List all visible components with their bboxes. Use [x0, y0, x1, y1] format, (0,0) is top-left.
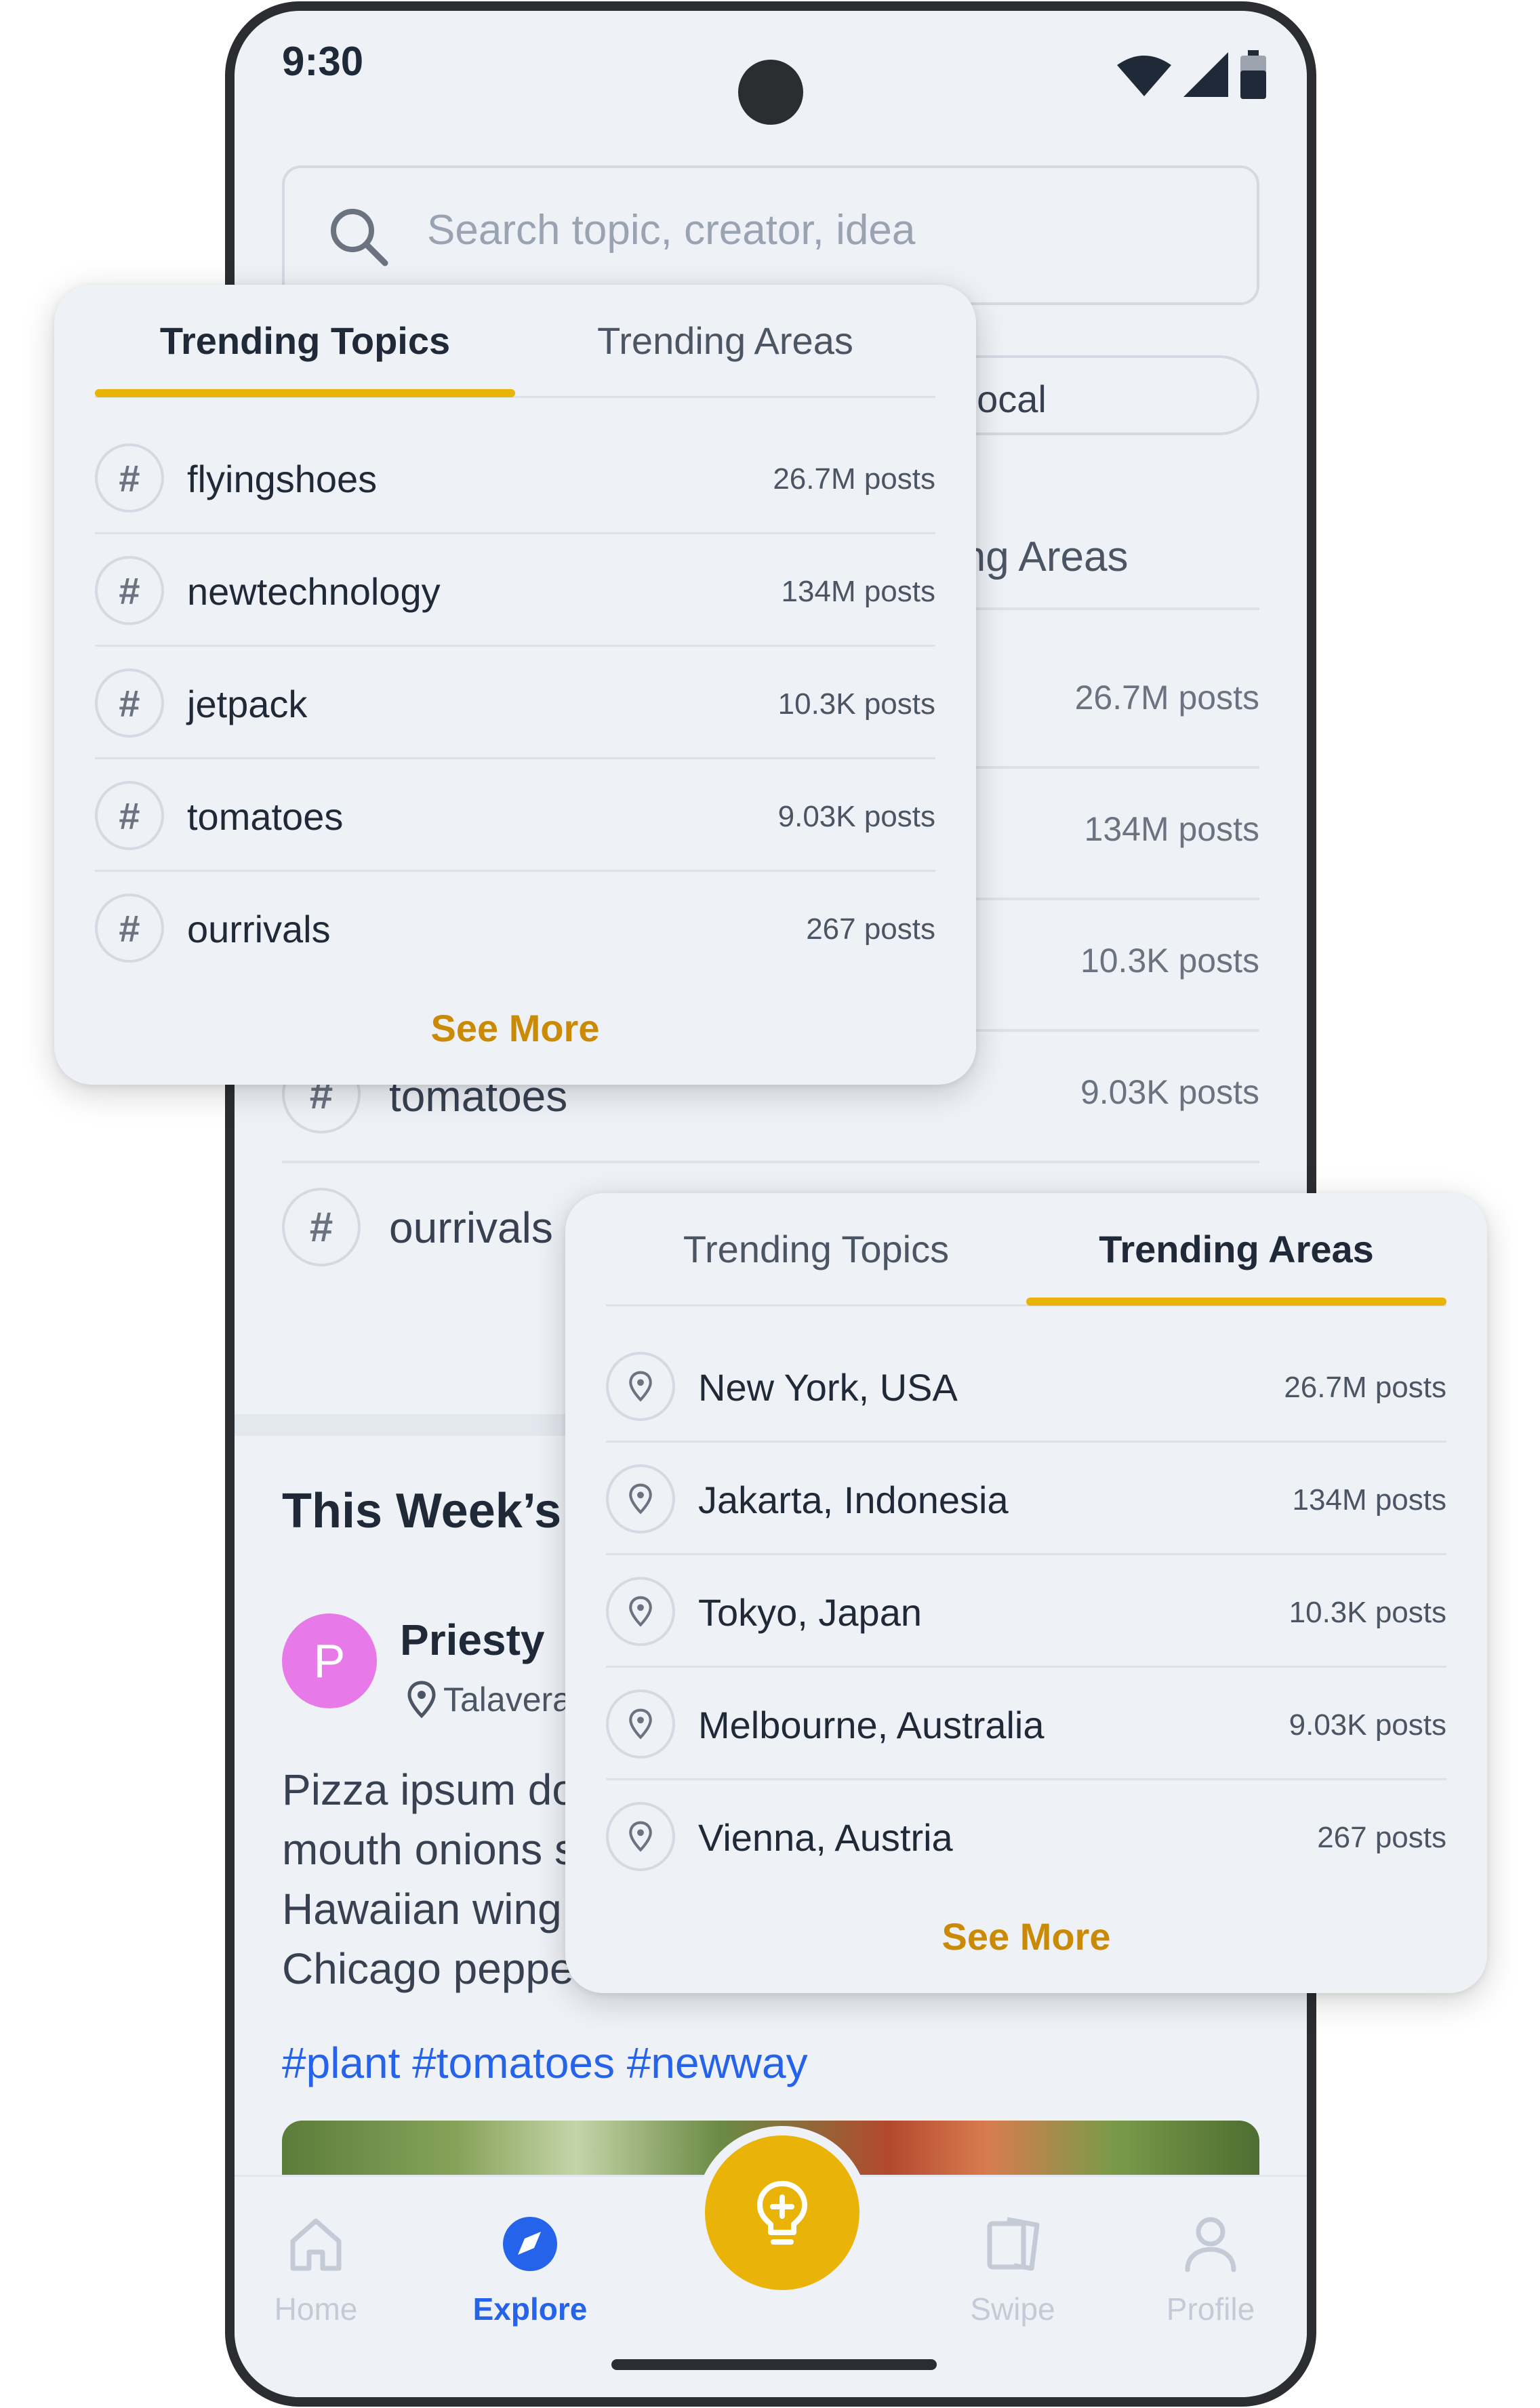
tab-trending-topics[interactable]: Trending Topics: [95, 319, 515, 363]
location-pin-icon: [606, 1464, 675, 1533]
bg-tab-trending-areas[interactable]: ing Areas: [953, 533, 1129, 581]
topic-count: 10.3K posts: [777, 687, 935, 721]
hash-icon: #: [282, 1188, 361, 1266]
bg-row-label[interactable]: ourrivals: [389, 1203, 553, 1253]
battery-icon: [1240, 50, 1266, 99]
area-label: New York, USA: [698, 1366, 958, 1409]
topic-label: tomatoes: [187, 795, 344, 838]
nav-explore-label: Explore: [472, 2291, 588, 2327]
area-count: 134M posts: [1292, 1483, 1446, 1517]
status-icons: [1117, 47, 1266, 102]
topic-row[interactable]: # flyingshoes 26.7M posts: [95, 422, 935, 534]
topic-count: 26.7M posts: [773, 462, 935, 496]
topic-row[interactable]: # tomatoes 9.03K posts: [95, 759, 935, 872]
area-row[interactable]: Vienna, Austria 267 posts: [606, 1780, 1446, 1893]
tab-trending-areas[interactable]: Trending Areas: [1026, 1227, 1446, 1271]
active-tab-indicator: [1026, 1298, 1446, 1306]
topic-label: jetpack: [187, 683, 308, 725]
location-pin-icon: [606, 1689, 675, 1759]
home-indicator: [611, 2359, 937, 2370]
nav-home-label: Home: [274, 2291, 358, 2327]
location-pin-icon: [407, 1681, 436, 1719]
area-count: 267 posts: [1317, 1821, 1446, 1854]
area-count: 10.3K posts: [1289, 1596, 1446, 1629]
topic-count: 267 posts: [806, 912, 935, 946]
camera-cutout: [738, 60, 803, 125]
create-idea-button[interactable]: [695, 2126, 869, 2300]
area-row[interactable]: Tokyo, Japan 10.3K posts: [606, 1555, 1446, 1668]
author-name[interactable]: Priesty: [400, 1615, 544, 1665]
trending-topics-card: Trending Topics Trending Areas # flyings…: [54, 285, 976, 1085]
area-label: Vienna, Austria: [698, 1816, 953, 1859]
tab-trending-topics[interactable]: Trending Topics: [606, 1227, 1026, 1271]
area-label: Melbourne, Australia: [698, 1704, 1045, 1746]
bg-divider: [282, 1161, 1259, 1163]
topic-row[interactable]: # ourrivals 267 posts: [95, 872, 935, 984]
bg-count: 26.7M posts: [1074, 679, 1259, 717]
nav-swipe-label: Swipe: [970, 2291, 1055, 2327]
tab-trending-areas[interactable]: Trending Areas: [515, 319, 935, 363]
see-more-button[interactable]: See More: [565, 1914, 1487, 1959]
location-pin-icon: [606, 1802, 675, 1871]
nav-profile-label: Profile: [1166, 2291, 1255, 2327]
search-placeholder: Search topic, creator, idea: [427, 207, 916, 254]
topic-label: newtechnology: [187, 570, 441, 613]
avatar[interactable]: P: [282, 1613, 377, 1708]
author-location-label: Talavera: [443, 1681, 571, 1719]
nav-swipe[interactable]: Swipe: [945, 2211, 1080, 2327]
area-label: Jakarta, Indonesia: [698, 1479, 1009, 1521]
hash-icon: #: [95, 443, 164, 513]
area-count: 9.03K posts: [1289, 1708, 1446, 1742]
area-label: Tokyo, Japan: [698, 1591, 922, 1634]
area-row[interactable]: New York, USA 26.7M posts: [606, 1330, 1446, 1443]
nav-profile[interactable]: Profile: [1143, 2211, 1278, 2327]
signal-icon: [1183, 52, 1228, 97]
hash-icon: #: [95, 668, 164, 738]
compass-icon: [503, 2217, 557, 2271]
area-count: 26.7M posts: [1284, 1371, 1446, 1404]
area-row[interactable]: Jakarta, Indonesia 134M posts: [606, 1443, 1446, 1555]
lightbulb-plus-icon: [757, 2181, 807, 2245]
trending-areas-card: Trending Topics Trending Areas New York,…: [565, 1193, 1487, 1993]
topic-label: ourrivals: [187, 908, 331, 950]
active-tab-indicator: [95, 389, 515, 397]
topic-count: 9.03K posts: [777, 800, 935, 833]
bg-count: 10.3K posts: [1080, 942, 1259, 980]
search-icon: [331, 209, 388, 266]
user-icon: [1185, 2217, 1236, 2272]
wifi-icon: [1117, 56, 1171, 96]
area-row[interactable]: Melbourne, Australia 9.03K posts: [606, 1668, 1446, 1780]
hash-icon: #: [95, 556, 164, 625]
bg-count: 9.03K posts: [1080, 1073, 1259, 1111]
topic-row[interactable]: # jetpack 10.3K posts: [95, 647, 935, 759]
hash-icon: #: [95, 894, 164, 963]
status-time: 9:30: [282, 39, 364, 84]
bg-count: 134M posts: [1084, 810, 1259, 848]
location-pin-icon: [606, 1577, 675, 1646]
author-location: Talavera: [407, 1680, 571, 1719]
cards-icon: [987, 2217, 1040, 2271]
location-pin-icon: [606, 1352, 675, 1421]
see-more-button[interactable]: See More: [54, 1006, 976, 1050]
nav-home[interactable]: Home: [248, 2211, 384, 2327]
topic-count: 134M posts: [781, 575, 935, 608]
post-tags[interactable]: #plant #tomatoes #newway: [282, 2038, 808, 2088]
topic-label: flyingshoes: [187, 458, 378, 500]
home-icon: [290, 2218, 342, 2271]
nav-explore[interactable]: Explore: [462, 2211, 598, 2327]
topic-row[interactable]: # newtechnology 134M posts: [95, 534, 935, 647]
hash-icon: #: [95, 781, 164, 850]
section-title: This Week’s: [282, 1484, 562, 1538]
